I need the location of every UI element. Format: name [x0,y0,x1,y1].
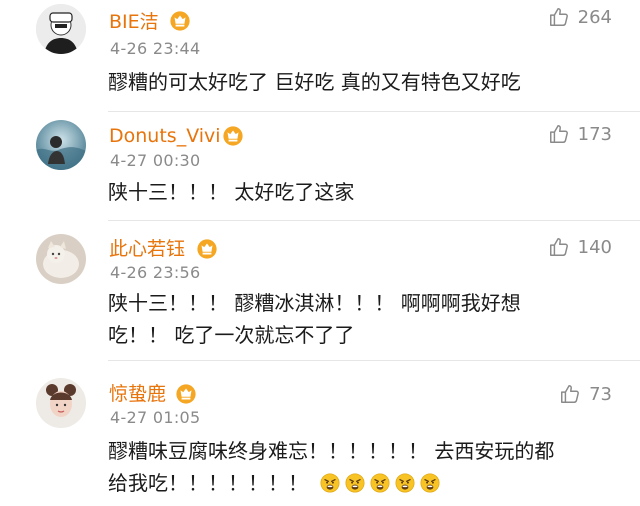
vip-badge-icon [222,125,244,147]
timestamp: 4-26 23:56 [110,263,201,282]
like-button[interactable]: 140 [548,236,612,258]
like-count: 73 [589,383,612,405]
avatar[interactable] [36,120,86,170]
like-count: 140 [577,236,612,258]
thumbs-up-icon [548,236,570,258]
thumbs-up-icon [559,383,581,405]
vip-badge-icon [196,238,218,260]
angry-face-icon [320,473,340,493]
comment-line: 陕十三！！！ 太好吃了这家 [108,180,355,204]
angry-face-icon [345,473,365,493]
like-button[interactable]: 264 [548,6,612,28]
like-button[interactable]: 73 [559,383,612,405]
avatar[interactable] [36,378,86,428]
emoji-row [320,473,440,493]
comment-line: 给我吃！！！！！！！ [108,471,308,495]
avatar[interactable] [36,234,86,284]
comment-text: 陕十三！！！ 太好吃了这家 [108,176,354,208]
comment-line: 陕十三！！！ 醪糟冰淇淋！！！ 啊啊啊我好想 [108,291,521,315]
comment-line: 醪糟的可太好吃了 巨好吃 真的又有特色又好吃 [108,70,521,94]
username[interactable]: BIE洁 [109,10,159,34]
like-button[interactable]: 173 [548,123,612,145]
timestamp: 4-27 00:30 [110,151,201,170]
comment-text: 陕十三！！！ 醪糟冰淇淋！！！ 啊啊啊我好想 吃！！ 吃了一次就忘不了了 [108,287,521,351]
comment-line-with-emoji: 给我吃！！！！！！！ [108,467,554,499]
timestamp: 4-27 01:05 [110,408,201,427]
timestamp: 4-26 23:44 [110,39,201,58]
comment-item: BIE洁 4-26 23:44 醪糟的可太好吃了 巨好吃 真的又有特色又好吃 2… [0,0,640,112]
angry-face-icon [420,473,440,493]
comment-line: 醪糟味豆腐味终身难忘！！！！！！ 去西安玩的都 [108,439,555,463]
like-count: 173 [577,123,612,145]
comment-text: 醪糟味豆腐味终身难忘！！！！！！ 去西安玩的都 给我吃！！！！！！！ [108,435,554,499]
vip-badge-icon [169,10,191,32]
username[interactable]: 惊蛰鹿 [109,382,166,406]
thumbs-up-icon [548,123,570,145]
avatar[interactable] [36,4,86,54]
angry-face-icon [395,473,415,493]
comment-item: 此心若钰 4-26 23:56 陕十三！！！ 醪糟冰淇淋！！！ 啊啊啊我好想 吃… [0,220,640,361]
comment-item: 惊蛰鹿 4-27 01:05 醪糟味豆腐味终身难忘！！！！！！ 去西安玩的都 给… [0,360,640,506]
username[interactable]: 此心若钰 [109,237,185,261]
comment-item: Donuts_Vivi 4-27 00:30 陕十三！！！ 太好吃了这家 173 [0,112,640,221]
username[interactable]: Donuts_Vivi [109,124,221,148]
like-count: 264 [577,6,612,28]
vip-badge-icon [175,383,197,405]
comment-text: 醪糟的可太好吃了 巨好吃 真的又有特色又好吃 [108,66,521,98]
angry-face-icon [370,473,390,493]
comment-line: 吃！！ 吃了一次就忘不了了 [108,323,355,347]
thumbs-up-icon [548,6,570,28]
